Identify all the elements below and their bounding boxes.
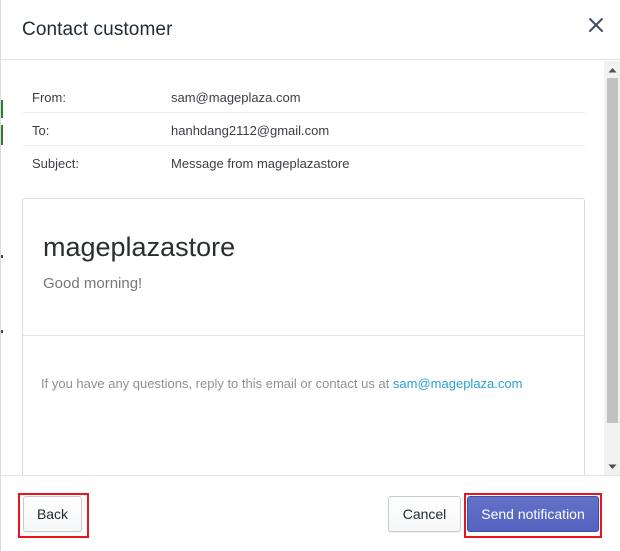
send-notification-button[interactable]: Send notification: [467, 496, 599, 532]
subject-value: Message from mageplazastore: [171, 156, 350, 171]
preview-divider: [23, 335, 584, 336]
scroll-up-arrow-icon[interactable]: [604, 61, 620, 78]
vertical-scrollbar[interactable]: [604, 61, 620, 475]
email-meta-table: From: sam@mageplaza.com To: hanhdang2112…: [23, 80, 585, 179]
subject-label: Subject:: [32, 156, 79, 171]
contact-email-link[interactable]: sam@mageplaza.com: [393, 376, 523, 391]
contact-customer-dialog: Contact customer From: sam@mageplaza.com…: [0, 0, 620, 551]
store-name: mageplazastore: [43, 232, 236, 262]
scroll-thumb[interactable]: [607, 78, 618, 423]
dialog-footer: Back Cancel Send notification: [1, 475, 620, 551]
dialog-body: From: sam@mageplaza.com To: hanhdang2112…: [1, 61, 620, 475]
greeting-text: Good morning!: [43, 275, 143, 292]
contact-note: If you have any questions, reply to this…: [41, 376, 522, 391]
dialog-header: Contact customer: [1, 0, 620, 60]
to-label: To:: [32, 123, 50, 138]
contact-note-text: If you have any questions, reply to this…: [41, 376, 393, 391]
cancel-button[interactable]: Cancel: [388, 496, 461, 532]
meta-row-from: From: sam@mageplaza.com: [23, 80, 585, 113]
meta-row-to: To: hanhdang2112@gmail.com: [23, 113, 585, 146]
close-icon[interactable]: [585, 14, 607, 36]
meta-row-subject: Subject: Message from mageplazastore: [23, 146, 585, 179]
email-preview: mageplazastore Good morning! If you have…: [22, 198, 585, 475]
back-button[interactable]: Back: [23, 496, 82, 532]
from-value: sam@mageplaza.com: [171, 90, 301, 105]
from-label: From:: [32, 90, 66, 105]
scroll-down-arrow-icon[interactable]: [604, 458, 620, 475]
dialog-title: Contact customer: [22, 19, 173, 40]
to-value: hanhdang2112@gmail.com: [171, 123, 330, 138]
